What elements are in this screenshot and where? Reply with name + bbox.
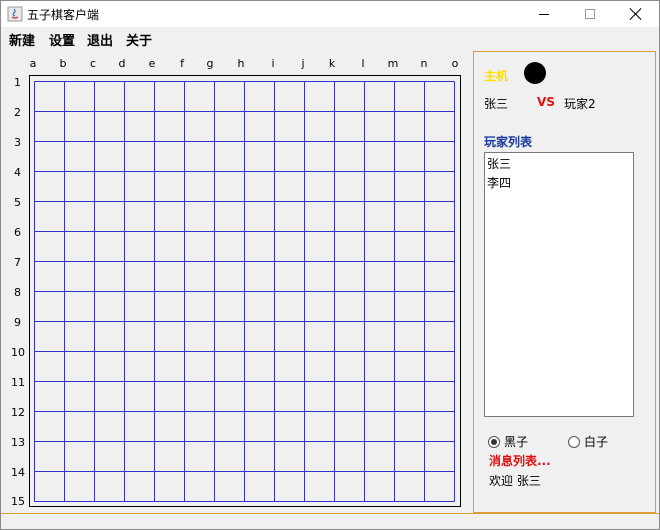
message-list-title: 消息列表... xyxy=(489,454,551,468)
column-label: h xyxy=(237,57,245,70)
player-list-title: 玩家列表 xyxy=(484,135,533,149)
maximize-icon xyxy=(585,9,595,19)
radio-button-checked[interactable] xyxy=(488,435,500,448)
player1-name: 张三 xyxy=(484,97,509,111)
column-label: e xyxy=(148,57,156,70)
column-label: m xyxy=(387,57,399,70)
radio-white-stone[interactable]: 白子 xyxy=(568,433,608,450)
menu-exit[interactable]: 退出 xyxy=(87,30,113,49)
column-label: f xyxy=(180,57,184,70)
minimize-button[interactable] xyxy=(521,1,567,27)
column-label: d xyxy=(118,57,126,70)
menu-new[interactable]: 新建 xyxy=(9,30,35,49)
java-app-icon xyxy=(7,6,23,22)
player-list[interactable]: 张三 李四 xyxy=(484,152,634,417)
host-label: 主机 xyxy=(484,69,509,83)
menu-bar: 新建 设置 退出 关于 xyxy=(1,27,659,49)
radio-black-stone[interactable]: 黑子 xyxy=(488,433,528,450)
column-label: b xyxy=(59,57,67,70)
column-label: c xyxy=(89,57,97,70)
player2-name: 玩家2 xyxy=(564,97,596,111)
close-icon xyxy=(630,8,642,20)
welcome-message: 欢迎 张三 xyxy=(489,474,541,488)
title-bar: 五子棋客户端 xyxy=(1,1,659,27)
column-label: o xyxy=(451,57,459,70)
window-title: 五子棋客户端 xyxy=(27,8,100,22)
status-strip xyxy=(1,513,659,529)
minimize-icon xyxy=(539,13,549,15)
column-label: j xyxy=(301,57,305,70)
current-stone-indicator xyxy=(524,62,546,84)
list-item[interactable]: 李四 xyxy=(487,174,631,193)
board-grid[interactable] xyxy=(34,81,458,505)
list-item[interactable]: 张三 xyxy=(487,155,631,174)
maximize-button[interactable] xyxy=(567,1,613,27)
vs-label: VS xyxy=(537,95,555,109)
menu-about[interactable]: 关于 xyxy=(126,30,152,49)
column-label: a xyxy=(29,57,37,70)
radio-white-label: 白子 xyxy=(584,435,609,449)
column-label: l xyxy=(361,57,365,70)
close-button[interactable] xyxy=(613,1,659,27)
app-window: 五子棋客户端 新建 设置 退出 关于 a b c d e f g h i j k… xyxy=(0,0,660,530)
column-label: i xyxy=(271,57,275,70)
column-label: k xyxy=(328,57,336,70)
column-label: g xyxy=(206,57,214,70)
radio-button[interactable] xyxy=(568,435,580,448)
radio-black-label: 黑子 xyxy=(504,435,529,449)
menu-settings[interactable]: 设置 xyxy=(49,30,75,49)
column-label: n xyxy=(420,57,428,70)
